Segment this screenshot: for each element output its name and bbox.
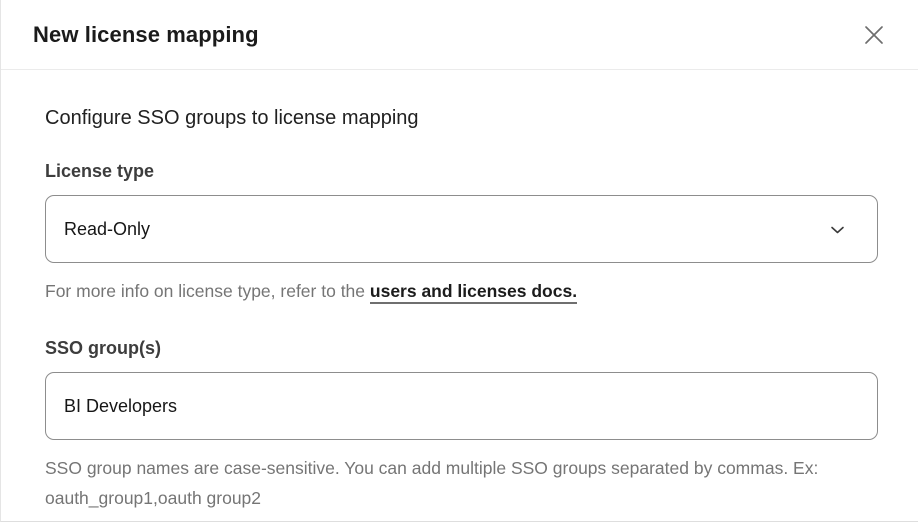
dialog-header: New license mapping bbox=[1, 0, 918, 70]
sso-groups-help: SSO group names are case-sensitive. You … bbox=[45, 453, 827, 513]
sso-groups-label: SSO group(s) bbox=[45, 338, 878, 359]
license-type-select[interactable]: Read-Only bbox=[45, 195, 878, 263]
users-and-licenses-docs-link[interactable]: users and licenses docs. bbox=[370, 281, 577, 304]
dialog-title: New license mapping bbox=[33, 22, 858, 48]
new-license-mapping-dialog: New license mapping Configure SSO groups… bbox=[0, 0, 918, 522]
form-heading: Configure SSO groups to license mapping bbox=[45, 107, 878, 130]
dialog-body: Configure SSO groups to license mapping … bbox=[1, 70, 918, 513]
sso-groups-input[interactable] bbox=[45, 372, 878, 440]
x-icon bbox=[862, 23, 886, 47]
chevron-down-icon bbox=[830, 219, 845, 240]
license-type-field: License type Read-Only For more info on … bbox=[45, 161, 878, 306]
license-type-label: License type bbox=[45, 161, 878, 182]
license-type-help-text: For more info on license type, refer to … bbox=[45, 281, 370, 301]
license-type-selected-value: Read-Only bbox=[64, 219, 150, 240]
close-button[interactable] bbox=[858, 19, 890, 51]
sso-groups-field: SSO group(s) SSO group names are case-se… bbox=[45, 338, 878, 513]
license-type-help: For more info on license type, refer to … bbox=[45, 276, 878, 306]
